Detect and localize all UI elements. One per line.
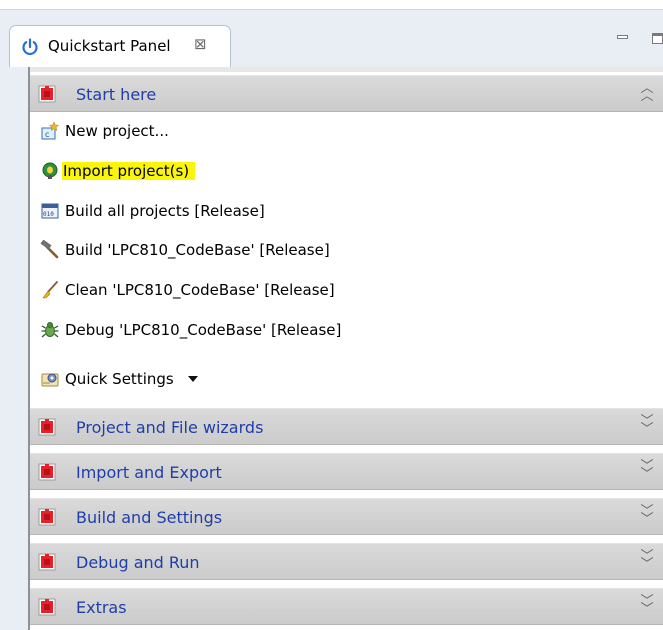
binary-build-icon: 010 (41, 203, 59, 219)
item-label: Quick Settings (65, 370, 174, 388)
section-label: Build and Settings (76, 508, 223, 527)
section-label: Import and Export (76, 463, 222, 482)
import-bulb-icon (42, 162, 58, 179)
item-label: Build all projects [Release] (65, 202, 265, 220)
section-label: Extras (76, 598, 127, 617)
link-import-projects[interactable]: Import project(s) (40, 157, 196, 185)
section-label: Project and File wizards (76, 418, 264, 437)
tab-close-icon[interactable]: ⊠ (194, 35, 207, 53)
red-puzzle-icon (38, 463, 56, 481)
section-import-and-export[interactable]: Import and Export ﹀ ﹀ (30, 453, 663, 490)
red-puzzle-icon (38, 553, 56, 571)
section-build-and-settings[interactable]: Build and Settings ﹀ ﹀ (30, 498, 663, 535)
bug-icon (41, 322, 59, 338)
section-debug-and-run[interactable]: Debug and Run ﹀ ﹀ (30, 543, 663, 580)
tab-title: Quickstart Panel (48, 37, 171, 55)
new-project-icon: c (41, 121, 60, 140)
expand-chevrons-icon[interactable]: ﹀ ﹀ (640, 415, 654, 436)
settings-icon (41, 373, 59, 387)
item-label: Debug 'LPC810_CodeBase' [Release] (65, 321, 342, 339)
power-icon (22, 38, 38, 56)
svg-text:010: 010 (43, 211, 54, 218)
section-label: Debug and Run (76, 553, 200, 572)
item-label: Clean 'LPC810_CodeBase' [Release] (65, 281, 335, 299)
item-label: Build 'LPC810_CodeBase' [Release] (65, 241, 330, 259)
link-build-project[interactable]: Build 'LPC810_CodeBase' [Release] (40, 236, 330, 264)
section-label: Start here (76, 85, 157, 104)
red-puzzle-icon (38, 508, 56, 526)
link-build-all[interactable]: 010 Build all projects [Release] (40, 197, 265, 225)
item-label: New project... (65, 122, 169, 140)
link-clean-project[interactable]: Clean 'LPC810_CodeBase' [Release] (40, 276, 335, 304)
expand-chevrons-icon[interactable]: ﹀ ﹀ (640, 595, 654, 616)
red-puzzle-icon (38, 598, 56, 616)
item-label: Import project(s) (62, 162, 196, 180)
broom-icon (42, 281, 58, 299)
maximize-view-icon[interactable] (652, 33, 663, 44)
quick-settings-dropdown[interactable]: Quick Settings (40, 365, 198, 393)
expand-chevrons-icon[interactable]: ﹀ ﹀ (640, 505, 654, 526)
quickstart-tab[interactable]: Quickstart Panel ⊠ (9, 25, 231, 67)
dropdown-arrow-icon[interactable] (187, 376, 198, 382)
svg-text:c: c (45, 130, 49, 139)
link-debug-project[interactable]: Debug 'LPC810_CodeBase' [Release] (40, 316, 341, 344)
section-extras[interactable]: Extras ﹀ ﹀ (30, 588, 663, 625)
section-start-here[interactable]: Start here ︿ ︿ (30, 75, 663, 112)
minimize-view-icon[interactable] (617, 35, 628, 39)
red-puzzle-icon (38, 85, 56, 103)
hammer-icon (40, 240, 59, 259)
expand-chevrons-icon[interactable]: ﹀ ﹀ (640, 460, 654, 481)
red-puzzle-icon (38, 418, 56, 436)
section-project-and-file-wizards[interactable]: Project and File wizards ﹀ ﹀ (30, 408, 663, 445)
expand-chevrons-icon[interactable]: ﹀ ﹀ (640, 550, 654, 571)
collapse-chevrons-icon[interactable]: ︿ ︿ (640, 82, 654, 103)
window-top-strip (0, 0, 663, 9)
link-new-project[interactable]: c New project... (40, 117, 169, 145)
